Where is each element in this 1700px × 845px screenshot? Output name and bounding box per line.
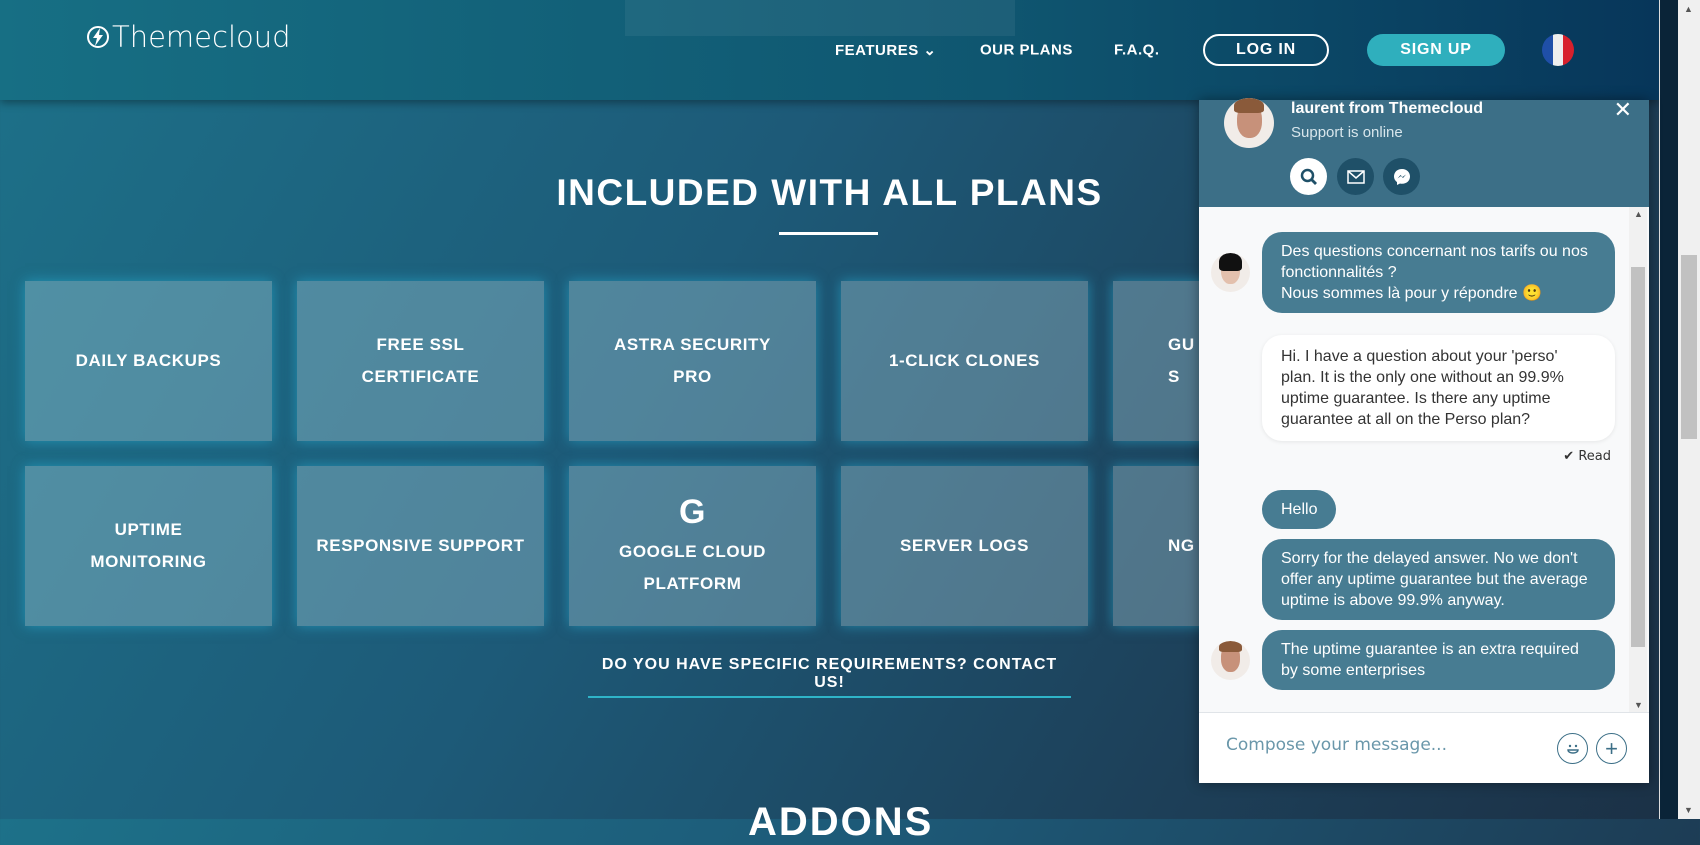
chat-scrollbar-thumb[interactable] — [1631, 267, 1645, 647]
agent-avatar — [1224, 98, 1274, 148]
scroll-down-icon[interactable]: ▼ — [1684, 805, 1693, 815]
tile-label: S — [1168, 367, 1180, 386]
chat-widget: laurent from Themecloud Support is onlin… — [1199, 97, 1649, 783]
feature-tile: FREE SSL CERTIFICATE — [297, 281, 544, 441]
feature-tile: G GOOGLE CLOUD PLATFORM — [569, 466, 816, 626]
nav-our-plans[interactable]: OUR PLANS — [980, 42, 1073, 59]
google-icon: G — [678, 493, 707, 531]
nav-features[interactable]: FEATURES ⌄ — [835, 41, 936, 59]
message-input[interactable]: Compose your message... — [1226, 735, 1447, 755]
message-bubble: Hello — [1262, 490, 1337, 529]
tile-label: PRO — [673, 367, 712, 386]
agent-status: Support is online — [1291, 124, 1403, 141]
page-edge — [1659, 0, 1678, 819]
message-bubble: Hi. I have a question about your 'perso'… — [1262, 335, 1615, 441]
login-button[interactable]: LOG IN — [1203, 34, 1329, 66]
feature-tile: DAILY BACKUPS — [25, 281, 272, 441]
message-row: Des questions concernant nos tarifs ou n… — [1199, 232, 1629, 313]
scroll-down-icon[interactable]: ▼ — [1634, 700, 1643, 710]
feature-tile: SERVER LOGS — [841, 466, 1088, 626]
tile-label: DAILY BACKUPS — [75, 351, 222, 370]
fr-flag-icon[interactable] — [1542, 34, 1574, 66]
message-bubble: Des questions concernant nos tarifs ou n… — [1262, 232, 1615, 313]
message-bubble: Sorry for the delayed answer. No we don'… — [1262, 539, 1615, 620]
page-scrollbar[interactable]: ▲ ▼ — [1678, 0, 1700, 819]
tile-label: 1-CLICK CLONES — [888, 351, 1040, 370]
agent-name: laurent from Themecloud — [1291, 100, 1484, 117]
compose-area: Compose your message... + — [1199, 712, 1649, 783]
scroll-up-icon[interactable]: ▲ — [1684, 4, 1693, 14]
tile-label: PLATFORM — [643, 574, 742, 593]
tile-label: UPTIME — [114, 520, 183, 539]
tile-label: GU — [1168, 335, 1195, 354]
message-row: Sorry for the delayed answer. No we don'… — [1199, 539, 1629, 620]
scrollbar-thumb[interactable] — [1681, 255, 1697, 439]
read-label: Read — [1578, 449, 1611, 464]
scroll-up-icon[interactable]: ▲ — [1634, 209, 1643, 219]
lightning-icon — [87, 26, 109, 48]
feature-tile: RESPONSIVE SUPPORT — [297, 466, 544, 626]
logo-text: Themecloud — [112, 20, 291, 54]
site-header: Themecloud FEATURES ⌄ OUR PLANS F.A.Q. L… — [0, 0, 1659, 100]
feature-tile: UPTIME MONITORING — [25, 466, 272, 626]
tile-label: SERVER LOGS — [899, 536, 1030, 555]
messenger-icon[interactable] — [1383, 158, 1420, 195]
chat-scrollbar[interactable]: ▲ ▼ — [1629, 207, 1647, 712]
signup-button[interactable]: SIGN UP — [1367, 34, 1505, 66]
tile-label: CERTIFICATE — [361, 367, 480, 386]
message-bubble: The uptime guarantee is an extra require… — [1262, 630, 1615, 690]
message-row: The uptime guarantee is an extra require… — [1199, 630, 1629, 690]
nav-label: FEATURES — [835, 42, 919, 59]
contact-link[interactable]: DO YOU HAVE SPECIFIC REQUIREMENTS? CONTA… — [588, 656, 1071, 698]
close-icon[interactable]: ✕ — [1614, 97, 1632, 123]
email-icon[interactable] — [1337, 158, 1374, 195]
feature-tile: ASTRA SECURITY PRO — [569, 281, 816, 441]
search-icon[interactable] — [1290, 158, 1327, 195]
tile-label: RESPONSIVE SUPPORT — [316, 536, 525, 555]
operator-avatar — [1211, 253, 1250, 292]
tile-label: ASTRA SECURITY — [613, 335, 771, 354]
title-underline — [779, 232, 878, 235]
emoji-icon[interactable] — [1557, 733, 1588, 764]
feature-tile: 1-CLICK CLONES — [841, 281, 1088, 441]
check-icon: ✔ — [1563, 449, 1575, 464]
nav-faq[interactable]: F.A.Q. — [1114, 42, 1160, 59]
message-list[interactable]: Des questions concernant nos tarifs ou n… — [1199, 207, 1649, 712]
tile-label: FREE SSL — [376, 335, 465, 354]
header-decoration — [625, 0, 1015, 36]
message-row: Hello — [1199, 490, 1629, 529]
chevron-down-icon: ⌄ — [923, 42, 937, 59]
logo[interactable]: Themecloud — [86, 20, 291, 54]
tile-label: NG — [1168, 536, 1195, 555]
tile-label: GOOGLE CLOUD — [619, 542, 766, 561]
message-row: Hi. I have a question about your 'perso'… — [1199, 335, 1629, 441]
read-receipt: ✔ Read — [1199, 449, 1629, 464]
tile-label: MONITORING — [90, 552, 207, 571]
addons-title: ADDONS — [748, 800, 934, 844]
agent-avatar-small — [1211, 640, 1250, 680]
chat-header: laurent from Themecloud Support is onlin… — [1199, 97, 1649, 207]
attach-plus-icon[interactable]: + — [1596, 733, 1627, 764]
